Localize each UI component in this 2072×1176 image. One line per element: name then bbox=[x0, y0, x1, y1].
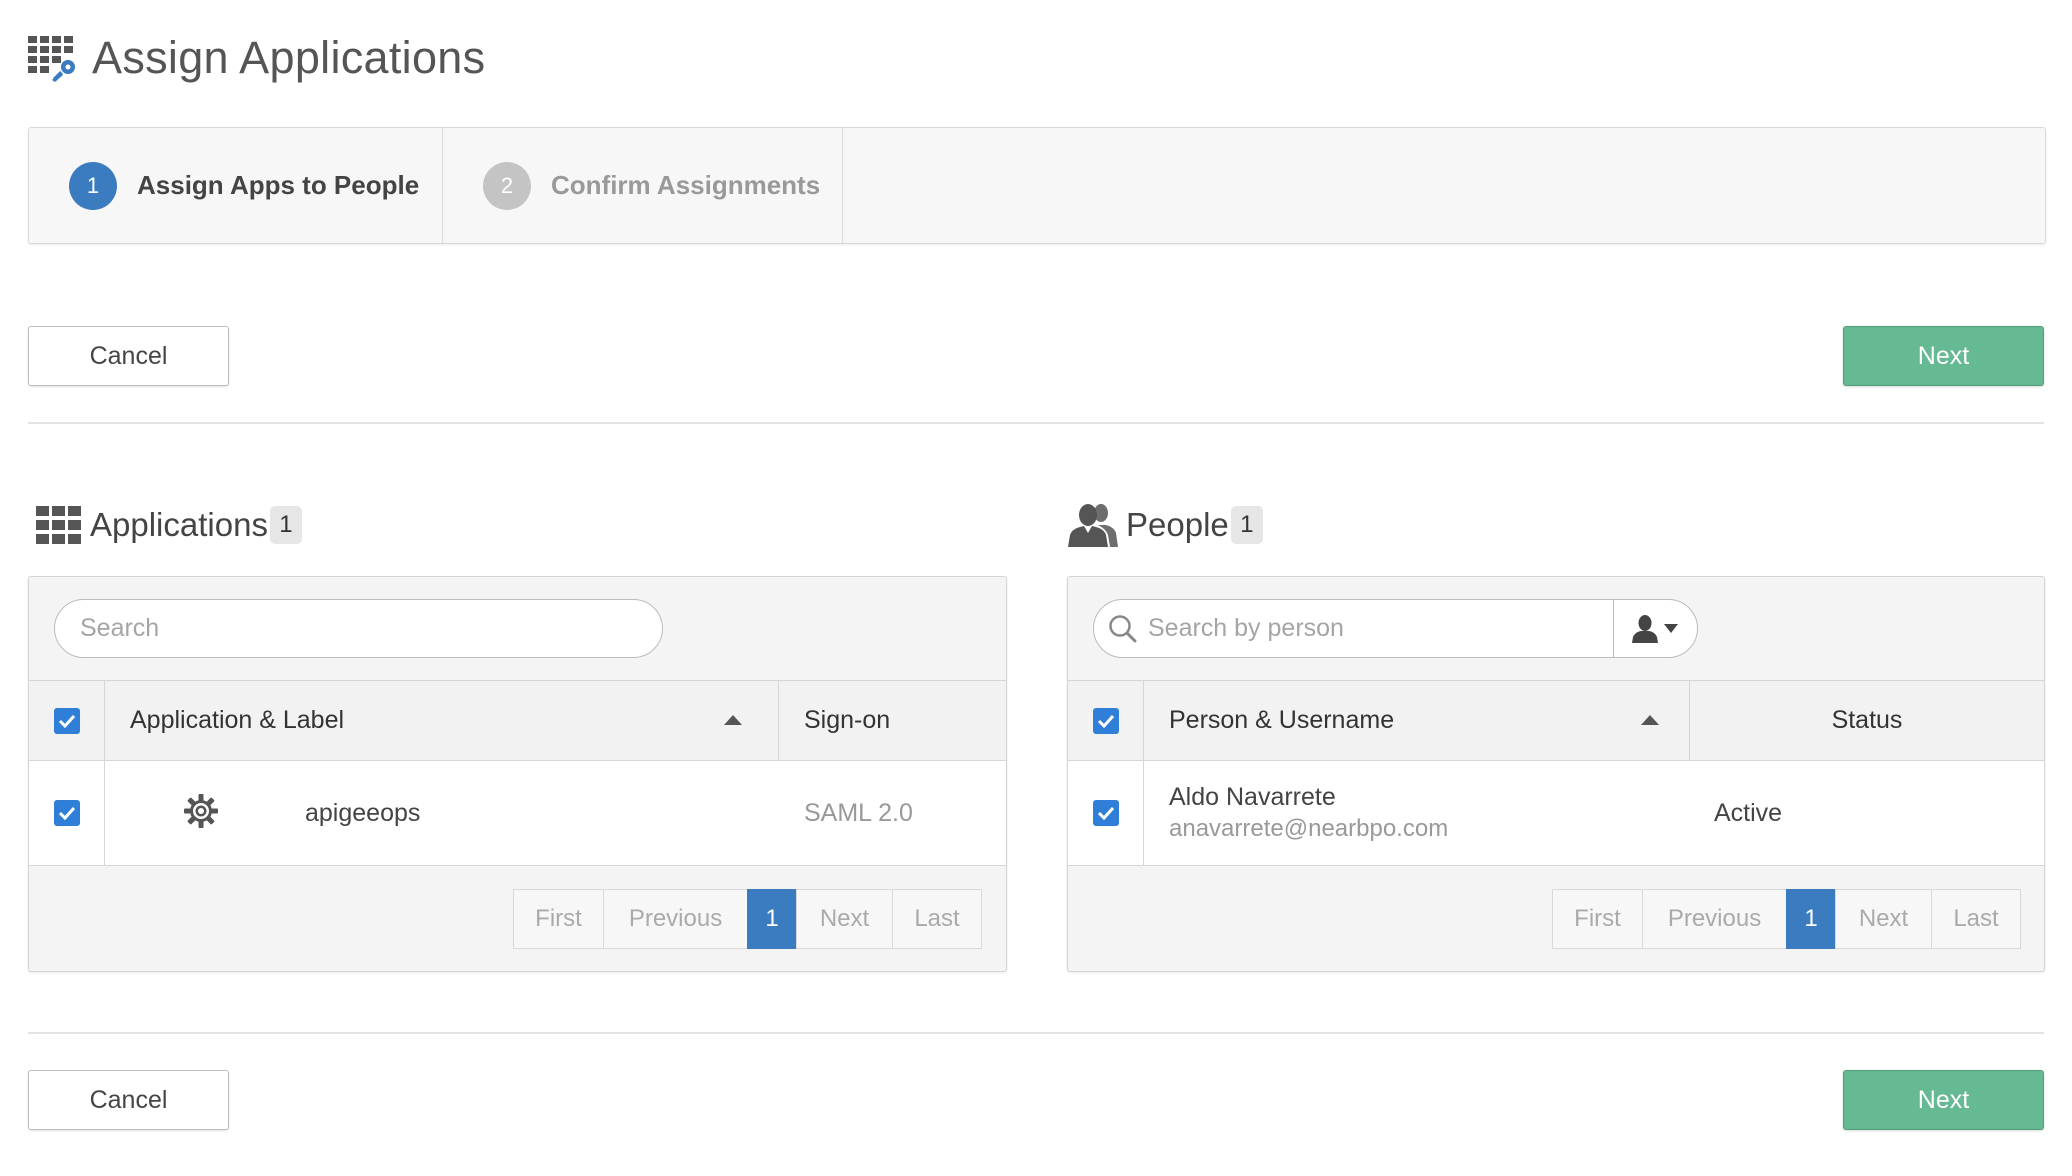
page-title: Assign Applications bbox=[92, 32, 486, 83]
row-checkbox[interactable] bbox=[53, 800, 80, 826]
sort-asc-icon bbox=[1641, 715, 1659, 725]
person-name: Aldo Navarrete bbox=[1169, 783, 1336, 811]
app-name: apigeeops bbox=[305, 798, 421, 827]
cancel-button[interactable]: Cancel bbox=[28, 1070, 229, 1130]
pager-previous[interactable]: Previous bbox=[603, 889, 748, 949]
people-pager: First Previous 1 Next Last bbox=[1552, 889, 2021, 949]
select-all-cell bbox=[29, 681, 105, 760]
applications-header: Applications 1 bbox=[36, 503, 302, 547]
pager-current-page[interactable]: 1 bbox=[1786, 889, 1836, 949]
search-icon bbox=[1109, 614, 1137, 642]
column-signon[interactable]: Sign-on bbox=[779, 681, 1006, 760]
select-all-checkbox[interactable] bbox=[53, 707, 80, 734]
page-header: Assign Applications bbox=[28, 28, 485, 88]
person-filter-dropdown[interactable] bbox=[1614, 600, 1696, 657]
apps-grid-icon bbox=[36, 506, 81, 544]
wizard-step-assign: 1 Assign Apps to People bbox=[29, 128, 443, 243]
person-icon bbox=[1632, 614, 1658, 643]
applications-title: Applications bbox=[90, 506, 268, 543]
applications-table-header: Application & Label Sign-on bbox=[29, 680, 1006, 761]
people-count-badge: 1 bbox=[1230, 506, 1263, 544]
pager-first[interactable]: First bbox=[1552, 889, 1643, 949]
pager-first[interactable]: First bbox=[513, 889, 604, 949]
person-username: anavarrete@nearbpo.com bbox=[1169, 815, 1449, 842]
wizard-step-confirm: 2 Confirm Assignments bbox=[443, 128, 843, 243]
column-status[interactable]: Status bbox=[1690, 681, 2044, 760]
table-row[interactable]: Aldo Navarrete anavarrete@nearbpo.com Ac… bbox=[1068, 761, 2044, 866]
wizard-steps: 1 Assign Apps to People 2 Confirm Assign… bbox=[28, 127, 2046, 244]
applications-count-badge: 1 bbox=[269, 506, 302, 544]
check-icon bbox=[58, 714, 75, 728]
step-number: 2 bbox=[483, 161, 531, 210]
column-person-username[interactable]: Person & Username bbox=[1144, 681, 1690, 760]
people-panel: Search by person Person & Username Statu… bbox=[1067, 576, 2045, 972]
people-table-header: Person & Username Status bbox=[1068, 680, 2044, 761]
pager-current-page[interactable]: 1 bbox=[747, 889, 797, 949]
pager-last[interactable]: Last bbox=[892, 889, 982, 949]
divider bbox=[28, 1032, 2044, 1034]
check-icon bbox=[58, 806, 75, 820]
pager-previous[interactable]: Previous bbox=[1642, 889, 1787, 949]
divider bbox=[28, 422, 2044, 424]
check-icon bbox=[1097, 714, 1114, 728]
select-all-cell bbox=[1068, 681, 1144, 760]
signon-type: SAML 2.0 bbox=[804, 798, 913, 827]
column-app-label[interactable]: Application & Label bbox=[105, 681, 779, 760]
status-value: Active bbox=[1714, 798, 1783, 827]
applications-panel: Search Application & Label Sign-on apige… bbox=[28, 576, 1007, 972]
pager-next[interactable]: Next bbox=[796, 889, 893, 949]
table-row[interactable]: apigeeops SAML 2.0 bbox=[29, 761, 1006, 866]
step-number: 1 bbox=[69, 161, 117, 210]
search-placeholder: Search by person bbox=[1148, 614, 1344, 642]
next-button[interactable]: Next bbox=[1843, 1070, 2044, 1130]
sort-asc-icon bbox=[724, 715, 742, 725]
applications-pager: First Previous 1 Next Last bbox=[513, 889, 982, 949]
gear-icon bbox=[184, 794, 218, 828]
people-title: People bbox=[1126, 506, 1229, 543]
step-label: Assign Apps to People bbox=[137, 170, 420, 200]
applications-search-input[interactable]: Search bbox=[54, 599, 663, 658]
cancel-button[interactable]: Cancel bbox=[28, 326, 229, 386]
pager-next[interactable]: Next bbox=[1835, 889, 1932, 949]
step-label: Confirm Assignments bbox=[551, 170, 821, 200]
select-all-checkbox[interactable] bbox=[1092, 707, 1119, 734]
apps-key-icon bbox=[28, 36, 75, 82]
people-search-group: Search by person bbox=[1093, 599, 1698, 658]
people-icon bbox=[1068, 504, 1118, 547]
search-placeholder: Search bbox=[80, 614, 160, 642]
check-icon bbox=[1097, 806, 1114, 820]
people-search-input[interactable]: Search by person bbox=[1094, 600, 1614, 657]
people-header: People 1 bbox=[1068, 503, 1263, 547]
next-button[interactable]: Next bbox=[1843, 326, 2044, 386]
row-checkbox[interactable] bbox=[1092, 800, 1119, 826]
caret-down-icon bbox=[1664, 623, 1678, 633]
pager-last[interactable]: Last bbox=[1931, 889, 2021, 949]
